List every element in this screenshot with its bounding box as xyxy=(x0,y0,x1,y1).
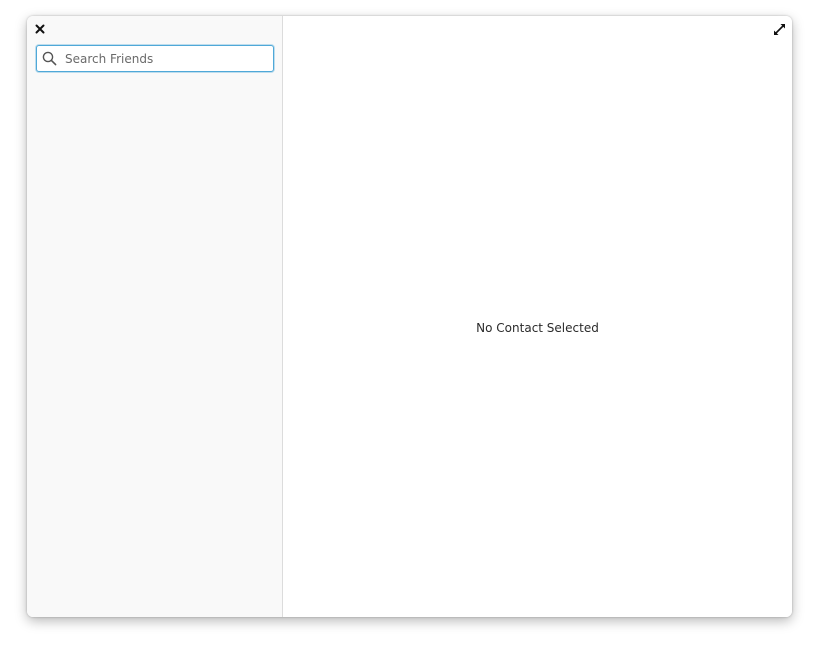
expand-button[interactable] xyxy=(772,22,786,36)
search-field[interactable] xyxy=(36,45,274,72)
contacts-sidebar xyxy=(27,16,283,617)
close-button[interactable] xyxy=(32,21,48,37)
expand-icon xyxy=(773,23,785,35)
search-icon xyxy=(41,51,57,67)
search-input[interactable] xyxy=(65,48,255,69)
friends-window: No Contact Selected xyxy=(27,16,792,617)
close-icon xyxy=(35,24,45,34)
no-contact-message: No Contact Selected xyxy=(476,321,599,335)
contact-detail-pane: No Contact Selected xyxy=(283,16,792,617)
